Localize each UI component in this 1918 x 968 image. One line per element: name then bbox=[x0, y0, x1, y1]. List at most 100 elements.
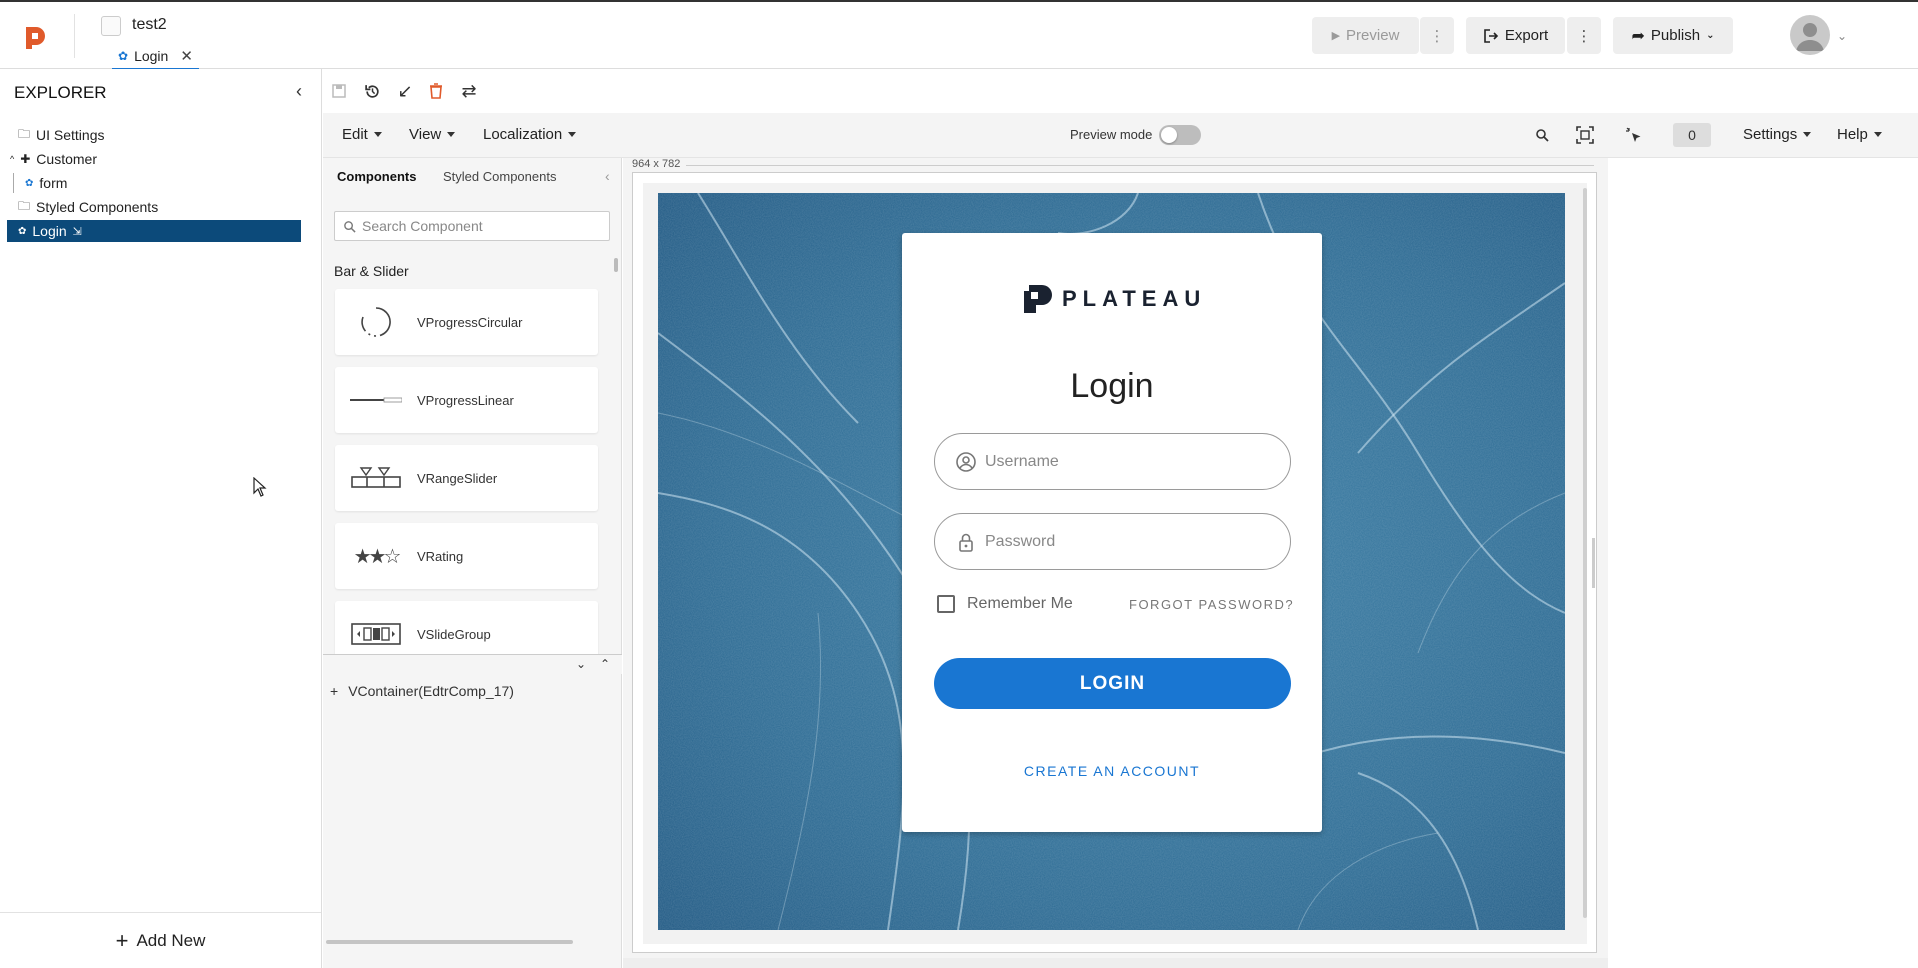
settings-menu[interactable]: Settings bbox=[1743, 126, 1812, 143]
collapse-icon[interactable]: ‹ bbox=[296, 81, 302, 102]
publish-button[interactable]: ➦ Publish ⌄ bbox=[1613, 17, 1733, 54]
password-placeholder: Password bbox=[985, 532, 1056, 550]
share-icon: ➦ bbox=[1631, 27, 1645, 45]
help-menu[interactable]: Help bbox=[1837, 126, 1882, 143]
preview-label: Preview bbox=[1346, 27, 1400, 44]
chevron-left-icon[interactable]: ‹ bbox=[605, 168, 610, 184]
view-menu[interactable]: View bbox=[409, 126, 456, 143]
mouse-cursor-icon bbox=[253, 477, 267, 497]
search-component-input[interactable]: Search Component bbox=[334, 211, 610, 241]
project-name: test2 bbox=[132, 16, 167, 33]
group-title: Bar & Slider bbox=[334, 263, 409, 279]
tree-item-ui-settings[interactable]: 🗀 UI Settings bbox=[18, 124, 105, 146]
component-vrangeslider[interactable]: VRangeSlider bbox=[335, 445, 598, 511]
toggle-knob bbox=[1161, 127, 1177, 143]
checkbox-box[interactable] bbox=[937, 595, 955, 613]
chevron-down-icon[interactable]: ⌄ bbox=[1837, 29, 1847, 43]
search-icon[interactable] bbox=[1531, 124, 1553, 146]
explorer-panel: EXPLORER ‹ 🗀 UI Settings ^ ✚ Customer ✿ … bbox=[0, 69, 322, 968]
panel-splitter[interactable]: ⌄ ⌃ bbox=[323, 654, 622, 674]
project-icon bbox=[101, 16, 121, 36]
tree-guide-line bbox=[13, 173, 14, 193]
user-avatar[interactable] bbox=[1790, 15, 1830, 55]
play-icon: ▶ bbox=[1331, 30, 1341, 42]
component-label: VSlideGroup bbox=[417, 626, 491, 642]
components-panel: Components Styled Components ‹ Search Co… bbox=[323, 158, 622, 968]
tree-node-label: VContainer(EdtrComp_17) bbox=[348, 683, 514, 699]
tab-styled-components[interactable]: Styled Components bbox=[443, 169, 556, 184]
progress-circular-icon bbox=[335, 289, 417, 355]
history-icon[interactable] bbox=[361, 80, 383, 102]
tree-item-styled-components[interactable]: 🗀 Styled Components bbox=[18, 196, 158, 218]
swap-icon[interactable]: ⇄ bbox=[458, 80, 480, 102]
caret-down-icon bbox=[373, 132, 382, 137]
more-vert-icon: ⋮ bbox=[1429, 27, 1445, 45]
preview-button[interactable]: ▶ Preview bbox=[1312, 17, 1419, 54]
tree-item-customer[interactable]: ^ ✚ Customer bbox=[10, 148, 97, 170]
fit-screen-icon[interactable] bbox=[1574, 124, 1596, 146]
import-icon[interactable]: ↙ bbox=[394, 80, 416, 102]
canvas-scrollbar[interactable] bbox=[1583, 188, 1587, 918]
horizontal-scrollbar[interactable] bbox=[326, 940, 573, 944]
tab-login-page[interactable]: ✿ Login ✕ bbox=[112, 43, 199, 70]
plateau-brand: PLATEAU bbox=[1022, 283, 1206, 315]
username-field[interactable]: Username bbox=[934, 433, 1291, 490]
component-vprogresslinear[interactable]: VProgressLinear bbox=[335, 367, 598, 433]
username-placeholder: Username bbox=[985, 452, 1059, 470]
chevron-up-icon[interactable]: ⌃ bbox=[600, 657, 610, 671]
component-vprogresscircular[interactable]: VProgressCircular bbox=[335, 289, 598, 355]
preview-mode-label: Preview mode bbox=[1070, 127, 1153, 142]
brand-name: PLATEAU bbox=[1062, 286, 1207, 311]
close-tab-icon[interactable]: ✕ bbox=[180, 47, 193, 65]
localization-menu-label: Localization bbox=[483, 126, 563, 143]
component-label: VProgressCircular bbox=[417, 314, 523, 330]
expand-plus-icon[interactable]: + bbox=[330, 683, 338, 699]
remember-me-label: Remember Me bbox=[967, 595, 1073, 612]
palette-icon: ✿ bbox=[25, 177, 34, 189]
range-slider-icon bbox=[335, 445, 417, 511]
component-vrating[interactable]: ★★☆ VRating bbox=[335, 523, 598, 589]
settings-menu-label: Settings bbox=[1743, 126, 1798, 143]
caret-down-icon bbox=[447, 132, 456, 137]
tree-item-label: Login bbox=[32, 223, 67, 239]
resize-handle[interactable] bbox=[1592, 538, 1595, 588]
export-more-button[interactable]: ⋮ bbox=[1567, 17, 1601, 54]
chevron-up-icon: ^ bbox=[10, 154, 15, 164]
chevron-down-icon[interactable]: ⌄ bbox=[576, 657, 586, 671]
forgot-password-link[interactable]: FORGOT PASSWORD? bbox=[1129, 597, 1294, 612]
plateau-logo-icon bbox=[1024, 285, 1052, 313]
localization-menu[interactable]: Localization bbox=[483, 126, 577, 143]
remember-me-checkbox[interactable]: Remember Me bbox=[937, 595, 1073, 613]
more-vert-icon: ⋮ bbox=[1576, 27, 1592, 45]
tree-item-login[interactable]: ✿ Login ⇲ bbox=[7, 220, 301, 242]
login-button[interactable]: LOGIN bbox=[934, 658, 1291, 709]
delete-icon[interactable] bbox=[425, 80, 447, 102]
caret-down-icon bbox=[568, 132, 577, 137]
component-tree-node[interactable]: + VContainer(EdtrComp_17) bbox=[330, 683, 514, 699]
add-new-button[interactable]: + Add New bbox=[0, 912, 321, 968]
edit-menu[interactable]: Edit bbox=[342, 126, 382, 143]
search-placeholder: Search Component bbox=[362, 218, 483, 234]
folder-icon: 🗀 bbox=[18, 198, 31, 213]
export-button[interactable]: Export bbox=[1466, 17, 1565, 54]
tab-components[interactable]: Components bbox=[337, 169, 416, 184]
rating-stars-icon: ★★☆ bbox=[353, 545, 402, 568]
plus-icon: + bbox=[115, 927, 129, 953]
preview-mode-toggle[interactable] bbox=[1159, 125, 1201, 145]
folder-icon: 🗀 bbox=[18, 126, 31, 141]
component-list: VProgressCircular VProgressLinear VRange… bbox=[323, 286, 622, 810]
select-cursor-icon[interactable] bbox=[1623, 124, 1645, 146]
app-logo-icon[interactable] bbox=[22, 24, 48, 50]
scrollbar[interactable] bbox=[614, 258, 618, 272]
view-menu-label: View bbox=[409, 126, 442, 143]
save-icon[interactable] bbox=[328, 80, 350, 102]
password-field[interactable]: Password bbox=[934, 513, 1291, 570]
create-account-link[interactable]: CREATE AN ACCOUNT bbox=[902, 763, 1322, 779]
tree-item-form[interactable]: ✿ form bbox=[25, 172, 67, 194]
preview-more-button[interactable]: ⋮ bbox=[1420, 17, 1454, 54]
component-label: VRangeSlider bbox=[417, 470, 498, 486]
link-icon: ⇲ bbox=[72, 225, 82, 238]
selection-counter: 0 bbox=[1673, 123, 1711, 147]
puzzle-icon: ✚ bbox=[20, 152, 31, 166]
publish-label: Publish bbox=[1650, 27, 1701, 44]
